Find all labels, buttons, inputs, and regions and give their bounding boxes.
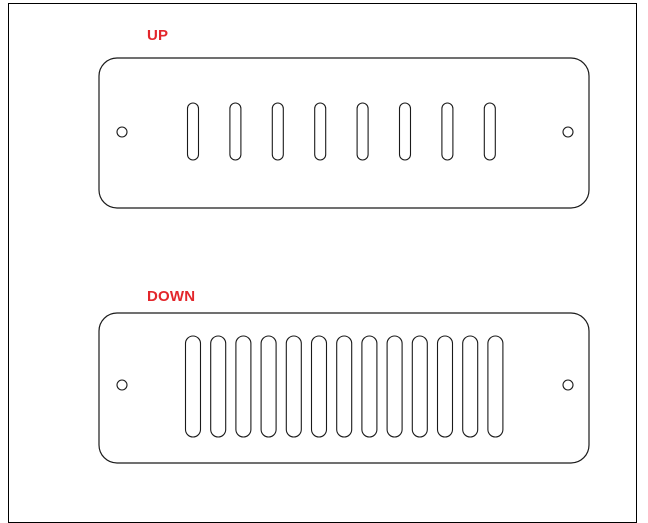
down-plate: [98, 312, 590, 464]
down-plate-slot-12: [462, 335, 479, 438]
down-plate-slot-11: [436, 335, 454, 438]
down-plate-slots: [184, 335, 504, 438]
down-plate-slot-2: [210, 335, 227, 438]
up-plate-mount-hole-right: [562, 126, 574, 138]
up-plate-slot-3: [271, 102, 284, 161]
up-plate-slot-8: [483, 102, 496, 161]
down-plate-mount-hole-right: [562, 379, 574, 391]
down-plate-slot-5: [285, 335, 302, 438]
down-plate-slot-3: [235, 335, 252, 438]
up-plate-mount-hole-left: [116, 126, 128, 138]
up-plate-outline: [98, 57, 590, 209]
up-plate-slot-4: [314, 102, 327, 161]
down-plate-mount-hole-left: [116, 379, 128, 391]
up-plate-slot-6: [398, 102, 412, 161]
up-plate-slots: [186, 102, 496, 161]
down-plate-slot-9: [386, 335, 403, 438]
down-plate-slot-7: [336, 335, 353, 438]
panel-drawing: [98, 57, 590, 464]
up-plate: [98, 57, 590, 209]
down-plate-slot-10: [411, 335, 428, 438]
down-plate-slot-6: [310, 335, 328, 438]
up-plate-slot-1: [186, 102, 200, 161]
down-plate-slot-4: [260, 335, 277, 438]
down-plate-slot-8: [361, 335, 378, 438]
up-plate-slot-2: [229, 102, 242, 161]
up-plate-slot-5: [356, 102, 369, 161]
up-plate-slot-7: [441, 102, 454, 161]
down-plate-slot-1: [184, 335, 202, 438]
down-plate-slot-13: [487, 335, 504, 438]
